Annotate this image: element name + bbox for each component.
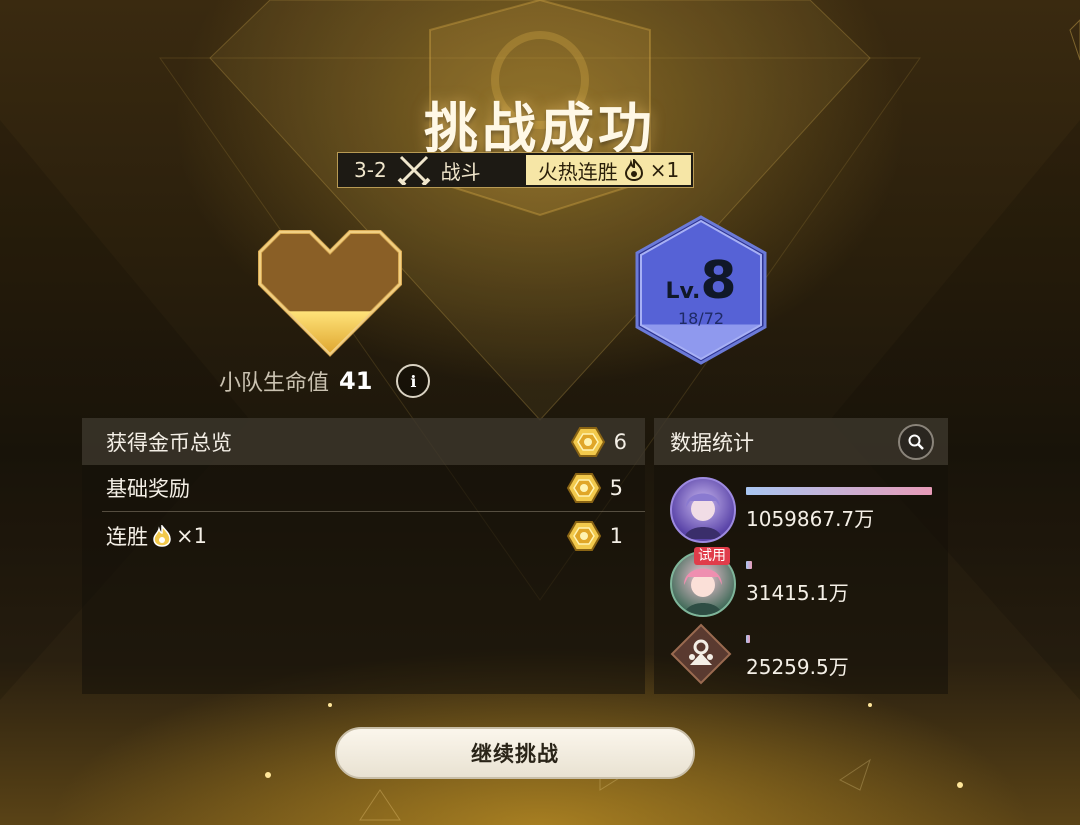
character-avatar — [670, 477, 736, 543]
coins-row-value: 5 — [609, 476, 623, 500]
coin-icon — [566, 473, 601, 503]
coin-icon — [570, 426, 605, 457]
stats-header-label: 数据统计 — [670, 430, 754, 455]
coins-row-label: 连胜 — [106, 524, 148, 549]
damage-value: 1059867.7万 — [746, 507, 875, 531]
streak-row-label: 连胜 ×1 — [106, 521, 207, 551]
stage-left: 3-2 战斗 — [338, 153, 524, 187]
flame-icon — [624, 159, 643, 181]
level-value: 8 — [700, 251, 737, 311]
heart-icon — [258, 230, 402, 357]
coins-header-label: 获得金币总览 — [106, 430, 232, 455]
search-icon — [908, 434, 924, 450]
level-prefix: Lv. — [665, 279, 701, 304]
stage-info-bar: 3-2 战斗 火热连胜 ×1 — [337, 152, 694, 188]
coins-row-base: 基础奖励 5 — [102, 465, 645, 512]
streak-row-count: ×1 — [176, 523, 207, 548]
level-progress: 18/72 — [677, 309, 725, 328]
crossed-swords-icon — [397, 155, 431, 185]
summon-emblem-icon — [670, 623, 732, 685]
search-button[interactable] — [898, 423, 934, 460]
damage-bar — [746, 487, 932, 495]
flame-icon — [153, 524, 171, 547]
stat-entry[interactable]: 25259.5万 — [654, 621, 948, 693]
team-hp-heart — [250, 222, 410, 362]
trial-tag: 试用 — [694, 547, 730, 565]
stats-panel: 数据统计 1059867.7万 试用 31415.1万 25259.5万 — [654, 418, 948, 694]
team-hp-value: 41 — [339, 367, 373, 395]
coins-row-amount: 1 — [566, 520, 623, 552]
stage-code: 3-2 — [354, 158, 387, 182]
stat-entry[interactable]: 1059867.7万 — [654, 473, 948, 545]
character-portrait-icon — [684, 493, 722, 539]
level-badge: Lv.8 18/72 — [633, 215, 769, 365]
streak-count: ×1 — [649, 158, 680, 182]
stat-entry[interactable]: 试用 31415.1万 — [654, 547, 948, 619]
info-icon[interactable]: i — [396, 364, 431, 398]
coins-row-label: 基础奖励 — [106, 477, 190, 501]
team-hp-row: 小队生命值 41 i — [219, 364, 431, 398]
damage-value: 25259.5万 — [746, 655, 849, 679]
team-hp-label: 小队生命值 — [219, 371, 330, 396]
damage-bar — [746, 561, 752, 569]
coins-row-value: 1 — [609, 523, 623, 548]
coins-total: 6 — [570, 426, 627, 458]
level-text: Lv.8 — [633, 251, 769, 311]
streak-label: 火热连胜 — [537, 159, 618, 184]
continue-button[interactable]: 继续挑战 — [335, 727, 695, 779]
streak-badge: 火热连胜 ×1 — [524, 153, 693, 187]
coins-total-value: 6 — [613, 429, 627, 454]
damage-bar — [746, 635, 750, 643]
coins-row-streak: 连胜 ×1 1 — [82, 512, 645, 559]
coins-panel-header: 获得金币总览 6 — [82, 418, 645, 465]
coins-row-amount: 5 — [566, 472, 623, 504]
coin-icon — [566, 520, 601, 551]
damage-value: 31415.1万 — [746, 581, 849, 605]
coins-panel: 获得金币总览 6 基础奖励 5 连胜 ×1 1 — [82, 418, 645, 694]
stats-panel-header: 数据统计 — [654, 418, 948, 465]
stage-type: 战斗 — [440, 159, 481, 184]
